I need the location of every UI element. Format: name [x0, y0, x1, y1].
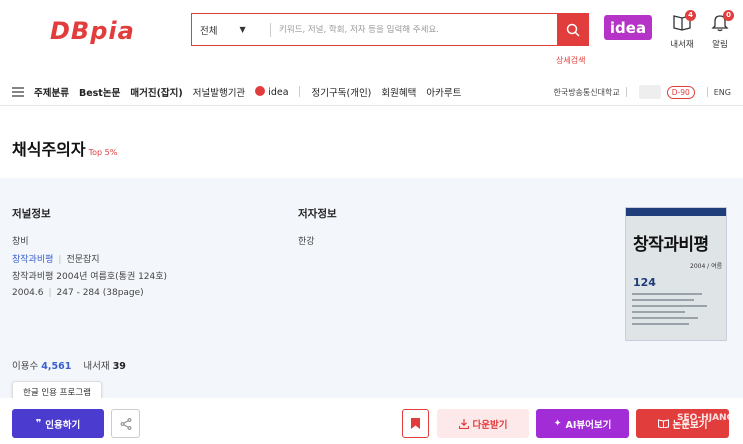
download-label: 다운받기	[472, 419, 508, 431]
language-toggle[interactable]: ENG	[714, 88, 731, 97]
publisher-link[interactable]: 창비	[12, 234, 29, 247]
nav-item-idea[interactable]: idea	[255, 85, 289, 98]
search-input[interactable]	[271, 24, 557, 35]
ai-viewer-label: AI뷰어보기	[565, 419, 612, 431]
cover-header-band	[626, 208, 726, 216]
site-header: DBpia 전체 ▼ 상세검색 idea 4 내서재 0 알림	[0, 0, 743, 72]
dbpia-logo[interactable]: DBpia	[50, 17, 135, 45]
user-name-redacted	[638, 85, 661, 99]
nav-item-publishers[interactable]: 저널발행기관	[193, 85, 245, 99]
my-library-button[interactable]: 4 내서재	[665, 10, 699, 50]
alerts-button[interactable]: 0 알림	[703, 10, 737, 50]
nav-divider	[706, 87, 708, 97]
usage-stats: 이용수 4,561 내서재 39	[12, 358, 126, 372]
page-range: 247 - 284 (38page)	[56, 288, 144, 298]
sparkle-icon: ✦	[553, 418, 562, 429]
nav-item-idea-label: idea	[268, 86, 289, 98]
institution-name[interactable]: 한국방송통신대학교	[553, 87, 619, 98]
open-book-icon	[657, 419, 669, 428]
idea-dot-icon	[255, 85, 266, 96]
divider: |	[48, 288, 52, 298]
idea-button[interactable]: idea	[604, 15, 652, 40]
nav-divider	[625, 87, 627, 97]
share-button[interactable]	[111, 409, 140, 438]
share-icon	[120, 417, 131, 430]
article-info-panel: 저널정보 창비 창작과비평 | 전문잡지 창작과비평 2004년 여름호(통권 12…	[0, 178, 743, 398]
author-info-heading: 저자정보	[298, 208, 337, 220]
search-box: 전체 ▼	[191, 13, 589, 46]
search-button[interactable]	[557, 14, 588, 45]
usage-label: 이용수	[12, 361, 39, 372]
page-title: 채식주의자	[12, 140, 86, 159]
author-link[interactable]: 한강	[298, 234, 315, 247]
download-button[interactable]: 다운받기	[437, 409, 529, 438]
nav-item-best[interactable]: Best논문	[79, 85, 120, 99]
cover-text-lines	[632, 293, 720, 325]
bookmark-icon	[411, 418, 420, 429]
nav-item-benefits[interactable]: 회원혜택	[381, 85, 416, 99]
chevron-down-icon: ▼	[239, 25, 246, 34]
nav-account-area: 한국방송통신대학교 D-90 ENG	[553, 78, 731, 106]
cover-title: 창작과비평	[633, 235, 709, 255]
cover-issue-number: 124	[633, 276, 656, 289]
library-count-label: 내서재	[83, 361, 110, 372]
nav-item-academy[interactable]: 아카루트	[426, 85, 461, 99]
nav-item-subject[interactable]: 주제분류	[34, 85, 69, 99]
advanced-search-link[interactable]: 상세검색	[556, 55, 585, 66]
cover-subtitle: 2004 / 여름	[690, 263, 723, 270]
ai-viewer-button[interactable]: ✦ AI뷰어보기	[536, 409, 629, 438]
journal-info-heading: 저널정보	[12, 208, 51, 220]
publish-date: 2004.6	[12, 288, 44, 298]
search-scope-select[interactable]: 전체 ▼	[192, 14, 270, 45]
issue-link[interactable]: 창작과비평 2004년 여름호(통권 124호)	[12, 269, 167, 282]
library-count-value: 39	[112, 361, 126, 372]
divider: |	[58, 255, 62, 265]
article-title-area: 채식주의자 Top 5%	[12, 136, 117, 160]
nav-item-magazine[interactable]: 매거진(잡지)	[130, 85, 182, 99]
cite-button[interactable]: ❞ 인용하기	[12, 409, 104, 438]
main-nav: 주제분류 Best논문 매거진(잡지) 저널발행기관 idea 정기구독(개인)…	[0, 78, 743, 106]
top-percent-tag: Top 5%	[88, 148, 118, 157]
nav-item-subscription[interactable]: 정기구독(개인)	[312, 85, 372, 99]
watermark-text: SEO-HJANG	[677, 413, 734, 423]
dday-badge: D-90	[666, 85, 695, 99]
journal-line: 창작과비평 | 전문잡지	[12, 252, 100, 265]
journal-cover-image[interactable]: 창작과비평 2004 / 여름 124	[625, 207, 727, 341]
quote-icon: ❞	[35, 418, 42, 429]
search-scope-label: 전체	[200, 25, 218, 37]
bookmark-button[interactable]	[402, 409, 429, 438]
library-count-badge: 4	[685, 10, 696, 21]
search-icon	[566, 23, 580, 37]
cite-label: 인용하기	[45, 419, 81, 431]
journal-type: 전문잡지	[66, 255, 100, 265]
download-icon	[458, 418, 469, 429]
alerts-label: 알림	[712, 40, 728, 50]
date-pages-line: 2004.6 | 247 - 284 (38page)	[12, 288, 144, 298]
journal-link[interactable]: 창작과비평	[12, 255, 53, 265]
nav-divider	[298, 86, 300, 97]
hamburger-menu-icon[interactable]	[12, 86, 24, 97]
usage-value: 4,561	[41, 361, 72, 372]
action-bar: ❞ 인용하기 다운받기 ✦ AI뷰어보기 논문보기	[0, 398, 743, 444]
my-library-label: 내서재	[670, 40, 694, 50]
alerts-count-badge: 0	[723, 10, 734, 21]
